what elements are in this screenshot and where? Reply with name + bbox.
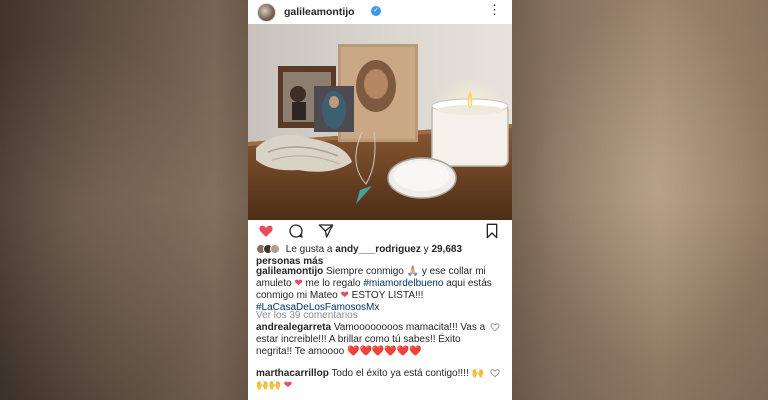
post-actions [248, 222, 512, 244]
caption-text: me lo regalo [305, 278, 361, 289]
caption-username[interactable]: galileamontijo [256, 266, 323, 277]
liker-avatars [256, 244, 280, 255]
likes-prefix: Le gusta a [285, 244, 333, 255]
comment-icon[interactable] [288, 223, 304, 239]
bookmark-icon[interactable] [484, 223, 500, 239]
post-header: galileamontijo ✓ ⋮ [248, 0, 512, 24]
comment-like-heart-icon[interactable] [490, 322, 500, 332]
comment-like-heart-icon[interactable] [490, 368, 500, 378]
instagram-post: galileamontijo ✓ ⋮ Le gusta a andy___rod… [248, 0, 512, 400]
red-heart-icon: ❤ [340, 290, 349, 301]
comment: marthacarrillop Todo el éxito ya está co… [256, 368, 496, 392]
avatar[interactable] [257, 3, 276, 22]
hashtag-link[interactable]: #miamordelbueno [363, 278, 443, 289]
blurred-background-right [512, 0, 768, 400]
like-heart-icon[interactable] [258, 223, 274, 239]
comment-text: Todo el éxito ya está contigo!!!! [331, 368, 469, 379]
comment-username[interactable]: marthacarrillop [256, 368, 329, 379]
post-username[interactable]: galileamontijo [284, 6, 355, 18]
post-caption: galileamontijo Siempre conmigo 🙏🏼 y ese … [256, 266, 506, 314]
verified-badge-icon: ✓ [371, 6, 381, 16]
caption-text: ESTOY LISTA!!! [351, 290, 424, 301]
share-icon[interactable] [318, 223, 334, 239]
likes-user[interactable]: andy___rodriguez [335, 244, 421, 255]
view-all-comments-link[interactable]: Ver los 39 comentarios [256, 310, 358, 321]
praying-hands-emoji: 🙏🏼 [406, 266, 420, 277]
likes-count[interactable]: 29,683 [431, 244, 462, 255]
caption-text: Siempre conmigo [326, 266, 404, 277]
blurred-background-left [0, 0, 248, 400]
likes-summary[interactable]: Le gusta a andy___rodriguez y 29,683 per… [256, 244, 506, 268]
post-photo[interactable] [248, 24, 512, 220]
more-options-icon[interactable]: ⋮ [488, 2, 501, 18]
comment: andrealegarreta Vamoooooooos mamacita!!!… [256, 322, 496, 358]
likes-connector: y [423, 244, 429, 255]
red-heart-icon: ❤ [283, 380, 293, 391]
hearts-emoji: ❤️❤️❤️❤️❤️❤️ [347, 346, 422, 357]
red-heart-icon: ❤ [294, 278, 303, 289]
comment-username[interactable]: andrealegarreta [256, 322, 331, 333]
